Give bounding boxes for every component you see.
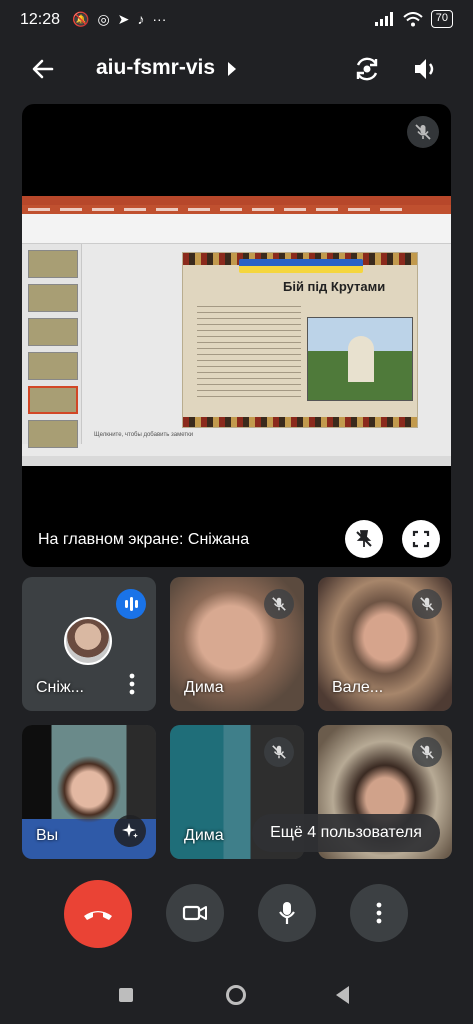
participant-name: Вы <box>36 827 59 844</box>
meeting-header: aiu-fsmr-vis <box>0 46 473 92</box>
church-image <box>348 336 374 382</box>
more-vert-icon[interactable] <box>128 673 136 695</box>
end-call-button[interactable] <box>64 880 132 948</box>
participant-name: Дима <box>184 827 224 844</box>
system-icons: 70 <box>374 10 453 28</box>
participant-tile[interactable]: Сніж... <box>22 577 156 711</box>
ppt-statusbar <box>22 456 451 466</box>
wifi-icon <box>403 11 423 26</box>
telegram-icon: ➤ <box>117 11 130 27</box>
participant-tile[interactable]: Вале... <box>318 577 452 711</box>
slide-notes: Щелкните, чтобы добавить заметки <box>94 432 194 438</box>
home-icon[interactable] <box>226 985 246 1005</box>
speaking-indicator-icon <box>116 589 146 619</box>
current-slide: Бій під Крутами <box>182 252 418 428</box>
ppt-ribbon-tabs <box>22 205 451 214</box>
chrome-icon: ◎ <box>97 11 110 27</box>
slide-body-text <box>197 301 301 397</box>
slide-ornament <box>183 417 417 427</box>
system-nav-bar <box>0 976 473 1016</box>
more-icon: ··· <box>152 11 167 27</box>
call-controls <box>0 880 473 950</box>
battery-icon: 70 <box>430 10 453 28</box>
recents-icon[interactable] <box>119 988 133 1002</box>
more-options-button[interactable] <box>350 884 408 942</box>
avatar <box>64 617 112 665</box>
mic-off-icon <box>412 589 442 619</box>
slide-thumbnail <box>28 250 78 278</box>
slide-photo <box>307 317 413 401</box>
more-participants-button[interactable]: Ещё 4 пользователя <box>252 814 440 852</box>
participant-name: Вале... <box>332 679 384 696</box>
tiktok-icon: ♪ <box>137 11 145 27</box>
switch-camera-icon[interactable] <box>352 54 382 84</box>
slide-thumbnail-selected <box>28 386 78 414</box>
participant-name: Дима <box>184 679 224 696</box>
ppt-titlebar <box>22 196 451 205</box>
back-arrow-icon[interactable] <box>30 56 56 82</box>
slide-thumbnails <box>22 244 82 448</box>
camera-button[interactable] <box>166 884 224 942</box>
participant-tile[interactable]: Дима <box>170 577 304 711</box>
slide-thumbnail <box>28 318 78 346</box>
participant-name: Сніж... <box>36 679 84 696</box>
participant-tile-self[interactable]: Вы <box>22 725 156 859</box>
unpin-button[interactable] <box>345 520 383 558</box>
effects-button[interactable] <box>114 815 146 847</box>
shared-screen: Бій під Крутами Щелкните, чтобы добавить… <box>22 196 451 466</box>
speaker-icon[interactable] <box>410 54 440 84</box>
back-icon[interactable] <box>336 986 349 1004</box>
notification-icons: 🔕 ◎ ➤ ♪ ··· <box>72 11 166 28</box>
microphone-icon <box>279 902 295 924</box>
mic-off-icon <box>264 737 294 767</box>
ppt-workspace: Бій під Крутами Щелкните, чтобы добавить… <box>22 244 451 448</box>
mute-icon: 🔕 <box>72 11 90 27</box>
slide-thumbnail <box>28 284 78 312</box>
ppt-ribbon <box>22 214 451 244</box>
fullscreen-button[interactable] <box>402 520 440 558</box>
signal-icon <box>374 12 393 26</box>
slide-thumbnail <box>28 420 78 448</box>
microphone-button[interactable] <box>258 884 316 942</box>
more-vert-icon <box>376 902 382 924</box>
mic-off-icon <box>412 737 442 767</box>
sparkle-icon <box>122 823 138 838</box>
status-time: 12:28 <box>20 11 61 28</box>
unpin-icon <box>356 530 372 547</box>
chevron-right-icon[interactable] <box>228 62 236 76</box>
hang-up-icon <box>84 911 112 920</box>
slide-title: Бій під Крутами <box>283 279 386 294</box>
mic-off-icon <box>407 116 439 148</box>
status-bar: 12:28 🔕 ◎ ➤ ♪ ··· 70 <box>0 0 473 40</box>
flag-banner <box>239 259 363 273</box>
meeting-title[interactable]: aiu-fsmr-vis <box>96 56 215 80</box>
stage-label: На главном экране: Сніжана <box>38 531 250 548</box>
slide-thumbnail <box>28 352 78 380</box>
main-stage[interactable]: Бій під Крутами Щелкните, чтобы добавить… <box>22 104 451 567</box>
fullscreen-icon <box>412 530 430 548</box>
camera-icon <box>182 905 207 921</box>
mic-off-icon <box>264 589 294 619</box>
